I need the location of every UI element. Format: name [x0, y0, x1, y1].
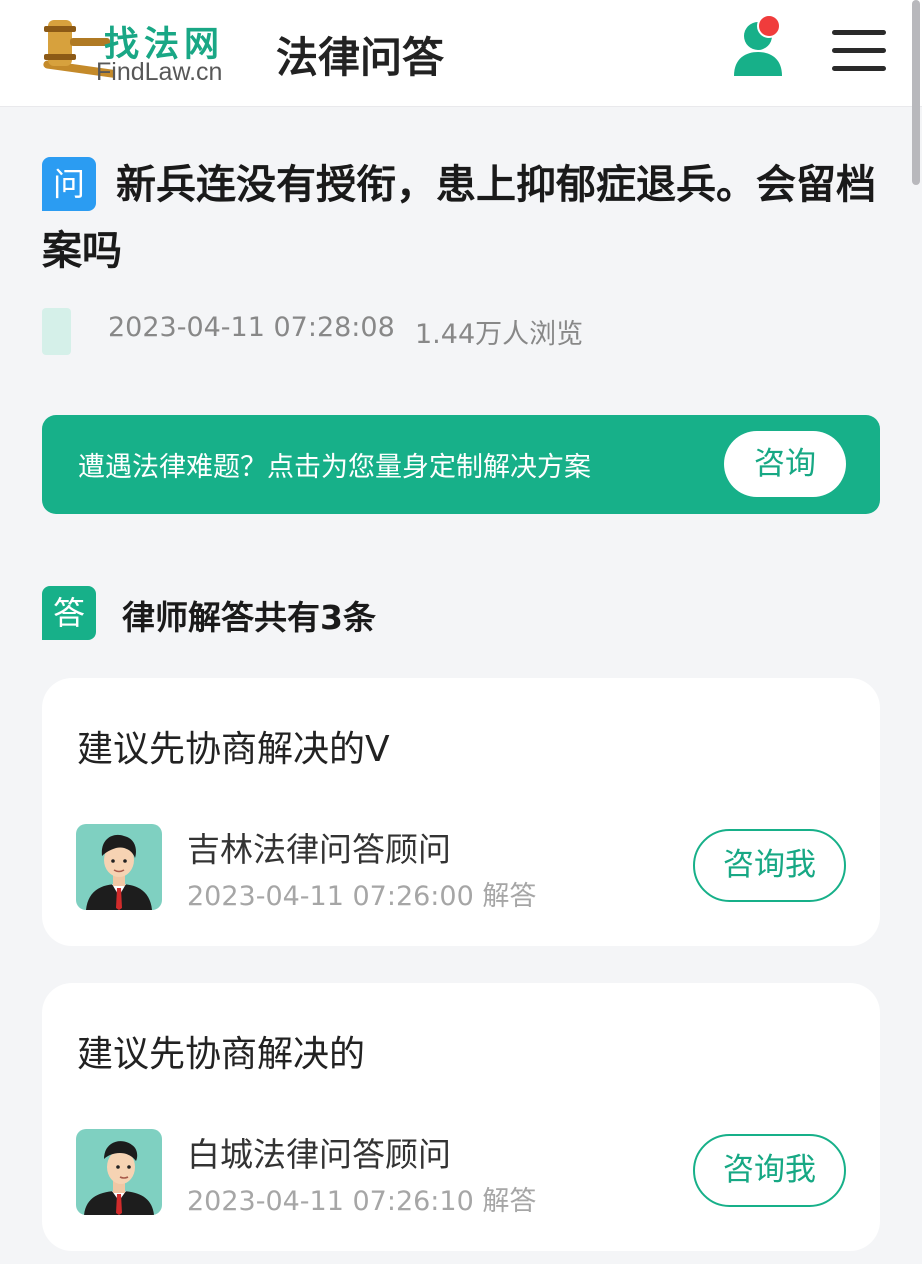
- lawyer-avatar[interactable]: [76, 824, 162, 910]
- question-view-count: 1.44万人浏览: [415, 319, 584, 350]
- answer-text: 建议先协商解决的: [77, 1034, 366, 1075]
- page-title: 法律问答: [276, 33, 445, 82]
- lawyer-avatar[interactable]: [76, 1129, 162, 1215]
- logo-english-text: FindLaw.cn: [96, 58, 223, 86]
- user-icon: [734, 14, 782, 76]
- lawyer-name[interactable]: 白城法律问答顾问: [187, 1128, 451, 1176]
- hamburger-menu-icon-bar-bottom: [832, 66, 886, 71]
- consult-me-button[interactable]: 咨询我: [693, 1134, 846, 1207]
- question-title: 新兵连没有授衔，患上抑郁症退兵。会留档案吗: [42, 162, 876, 274]
- answer-card: 建议先协商解决的V 吉林法律问答顾问 2023-04-11 07:26:00 解…: [42, 678, 880, 946]
- question-badge: 问: [42, 157, 96, 211]
- answers-heading: 律师解答共有3条: [122, 598, 376, 637]
- lawyer-name[interactable]: 吉林法律问答顾问: [187, 823, 451, 871]
- hamburger-menu-icon-bar-top: [832, 30, 886, 35]
- answer-card: 建议先协商解决的 白城法律问答顾问 2023-04-11 07:26:10 解答…: [42, 983, 880, 1251]
- top-header: 找法网 FindLaw.cn 法律问答: [0, 0, 922, 107]
- answer-time: 2023-04-11 07:26:10 解答: [187, 1186, 537, 1217]
- question-date: 2023-04-11 07:28:08: [108, 312, 395, 343]
- answer-time: 2023-04-11 07:26:00 解答: [187, 881, 537, 912]
- hamburger-menu-button[interactable]: [832, 28, 886, 76]
- lawyer-avatar-icon: [76, 1129, 162, 1215]
- consult-me-button[interactable]: 咨询我: [693, 829, 846, 902]
- page-scrollbar[interactable]: [912, 0, 920, 185]
- banner-text: 遭遇法律难题？点击为您量身定制解决方案: [78, 452, 591, 483]
- consult-banner[interactable]: 遭遇法律难题？点击为您量身定制解决方案 咨询: [42, 415, 880, 514]
- banner-consult-button[interactable]: 咨询: [724, 431, 846, 497]
- user-button[interactable]: [730, 14, 790, 80]
- hamburger-menu-icon-bar-middle: [832, 48, 886, 53]
- answer-badge: 答: [42, 586, 96, 640]
- answer-text: 建议先协商解决的V: [77, 729, 390, 770]
- lawyer-avatar-icon: [76, 824, 162, 910]
- meta-tag: [42, 308, 71, 355]
- findlaw-logo[interactable]: 找法网 FindLaw.cn: [34, 12, 244, 92]
